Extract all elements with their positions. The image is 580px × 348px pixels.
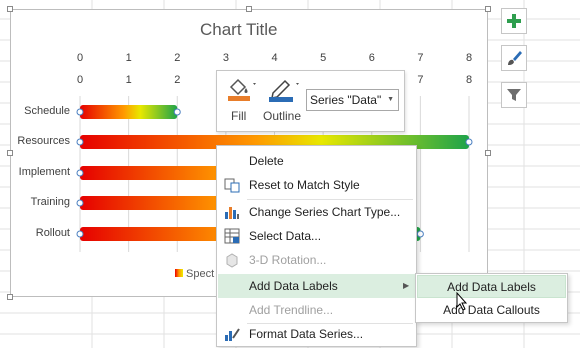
series-selector[interactable]: Series "Data" ▼ (306, 89, 399, 111)
outline-label: Outline (263, 109, 302, 123)
menu-item-add-trendline[interactable]: Add Trendline... (218, 298, 415, 322)
bar-selection-handle[interactable] (76, 108, 84, 116)
chart-styles-button[interactable] (501, 45, 527, 71)
legend-series-name: Spect (186, 268, 215, 280)
category-label: Schedule (24, 105, 70, 117)
table-icon (224, 228, 240, 244)
secondary-x-axis-tick-label: 8 (465, 74, 473, 86)
secondary-x-axis-tick-label: 2 (174, 74, 181, 86)
chevron-down-icon: ▼ (387, 96, 394, 103)
outline-button[interactable]: Outline (263, 75, 303, 127)
pencil-icon (269, 79, 299, 102)
format-series-icon (225, 328, 240, 341)
data-labels-submenu: Add Data Labels Add Data Callouts (415, 273, 568, 323)
menu-item-delete[interactable]: Delete (218, 149, 415, 173)
chart-elements-button[interactable] (501, 8, 527, 34)
menu-item-format-data-series[interactable]: Format Data Series... (218, 322, 415, 346)
bar-selection-handle[interactable] (76, 138, 84, 146)
plus-icon (507, 14, 521, 28)
mini-toolbar: Fill Outline Series "Data" ▼ (216, 70, 405, 132)
cube-icon (226, 253, 238, 268)
x-axis-tick-label: 5 (320, 52, 327, 64)
legend-swatch (175, 269, 183, 277)
x-axis-tick-label: 7 (417, 52, 424, 64)
submenu-item-add-data-labels[interactable]: Add Data Labels (417, 275, 566, 298)
x-axis-tick-label: 2 (174, 52, 181, 64)
bar-selection-handle[interactable] (76, 230, 84, 238)
bar-selection-handle[interactable] (465, 138, 473, 146)
series-selector-value: Series "Data" (310, 93, 382, 107)
fill-label: Fill (231, 109, 247, 123)
x-axis-tick-label: 0 (76, 52, 84, 64)
category-label: Training (30, 196, 70, 208)
bar-chart-icon (225, 207, 239, 219)
menu-item-select-data[interactable]: Select Data... (218, 224, 415, 248)
chart-filters-button[interactable] (501, 82, 527, 108)
chevron-right-icon: ▶ (403, 281, 410, 290)
secondary-x-axis-tick-label: 1 (125, 74, 132, 86)
bar-selection-handle[interactable] (76, 169, 84, 177)
brush-icon (508, 51, 522, 65)
secondary-x-axis-tick-label: 0 (76, 74, 84, 86)
secondary-x-axis-tick-label: 7 (417, 74, 424, 86)
bar-selection-handle[interactable] (416, 230, 424, 238)
reset-style-icon (224, 178, 240, 193)
x-axis-tick-label: 4 (271, 52, 278, 64)
x-axis-tick-label: 6 (368, 52, 375, 64)
bar-schedule[interactable] (80, 105, 178, 119)
context-menu: Delete Reset to Match Style Change Serie… (216, 145, 417, 347)
x-axis-tick-label: 3 (222, 52, 229, 64)
category-label: Rollout (35, 227, 70, 239)
category-label: Resources (17, 135, 70, 147)
submenu-item-add-data-callouts[interactable]: Add Data Callouts (417, 299, 566, 322)
chart-legend[interactable]: Spect (175, 268, 214, 280)
menu-item-add-data-labels[interactable]: Add Data Labels ▶ (218, 274, 415, 298)
x-axis-tick-label: 1 (125, 52, 132, 64)
menu-item-3d-rotation[interactable]: 3-D Rotation... (218, 248, 415, 272)
filter-icon (507, 89, 521, 101)
bar-selection-handle[interactable] (76, 199, 84, 207)
fill-button[interactable]: Fill (225, 75, 257, 127)
category-label: Implement (18, 166, 70, 178)
menu-item-reset-style[interactable]: Reset to Match Style (218, 173, 415, 197)
bar-selection-handle[interactable] (173, 108, 181, 116)
x-axis-tick-label: 8 (465, 52, 473, 64)
paint-bucket-icon (228, 78, 256, 101)
mouse-pointer-icon (456, 292, 468, 311)
menu-item-change-chart-type[interactable]: Change Series Chart Type... (218, 200, 415, 224)
